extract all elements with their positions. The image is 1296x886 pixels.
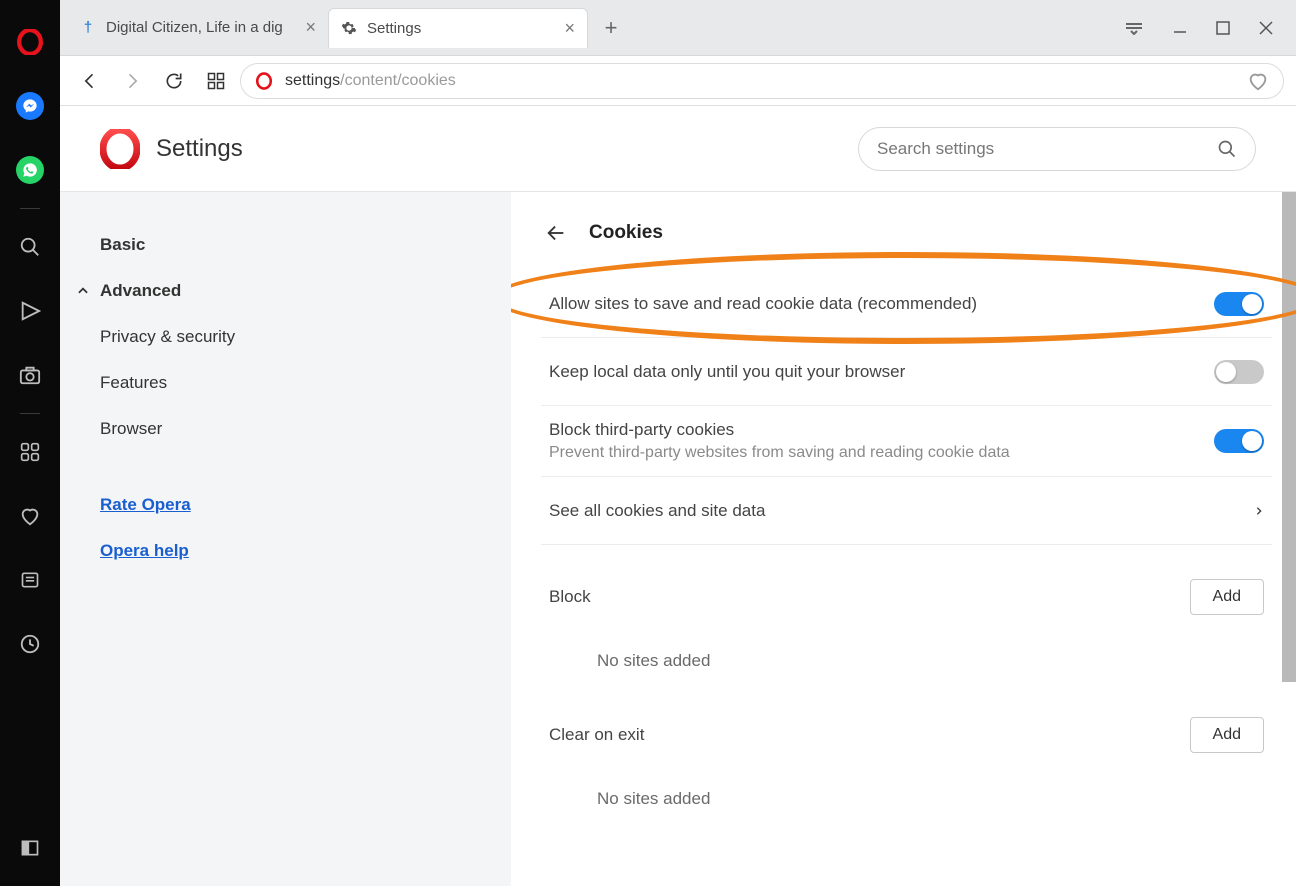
nav-advanced[interactable]: Advanced [100,268,511,314]
settings-header: Settings Search settings [60,106,1296,192]
sidebar-divider [20,208,40,209]
nav-features[interactable]: Features [100,360,511,406]
close-tab-icon[interactable]: × [305,17,316,38]
speeddial-icon[interactable] [198,63,234,99]
tab-active[interactable]: Settings × [328,8,588,48]
forward-button[interactable] [114,63,150,99]
back-button[interactable] [72,63,108,99]
setting-label: Keep local data only until you quit your… [549,362,905,382]
minimize-icon[interactable] [1172,20,1188,36]
new-tab-button[interactable]: + [596,13,626,43]
main-area: † Digital Citizen, Life in a dig × Setti… [60,0,1296,886]
opera-logo-icon [100,129,140,169]
maximize-icon[interactable] [1216,21,1230,35]
address-text-suffix: /content/cookies [340,72,456,90]
toggle-block-thirdparty[interactable] [1214,429,1264,453]
tab-menu-icon[interactable] [1124,21,1144,35]
tabstrip: † Digital Citizen, Life in a dig × Setti… [60,0,1296,56]
add-clear-button[interactable]: Add [1190,717,1264,753]
messenger-icon[interactable] [12,88,48,124]
scrollbar[interactable] [1282,192,1296,682]
toggle-allow-cookies[interactable] [1214,292,1264,316]
chevron-right-icon [1254,504,1264,518]
nav-rate-link[interactable]: Rate Opera [100,495,191,514]
setting-see-all-cookies[interactable]: See all cookies and site data [541,477,1272,545]
search-sidebar-icon[interactable] [12,229,48,265]
camera-sidebar-icon[interactable] [12,357,48,393]
panel-sidebar-icon[interactable] [12,830,48,866]
tab-favicon-icon: † [80,20,96,36]
address-bar[interactable]: settings/content/cookies [240,63,1284,99]
setting-block-thirdparty: Block third-party cookies Prevent third-… [541,406,1272,477]
settings-nav: Basic Advanced Privacy & security Featur… [60,192,511,886]
close-window-icon[interactable] [1258,20,1274,36]
window-controls [1124,20,1288,36]
play-sidebar-icon[interactable] [12,293,48,329]
add-block-button[interactable]: Add [1190,579,1264,615]
caret-up-icon [76,284,90,298]
search-icon [1217,139,1237,159]
back-arrow-icon[interactable] [545,222,567,244]
setting-label: See all cookies and site data [549,501,765,521]
sidebar-divider [20,413,40,414]
nav-help-link[interactable]: Opera help [100,541,189,560]
bookmark-heart-icon[interactable] [1247,70,1269,92]
setting-sublabel: Prevent third-party websites from saving… [549,444,1010,462]
block-heading: Block [549,587,591,607]
search-settings-input[interactable]: Search settings [858,127,1256,171]
tab-label: Digital Citizen, Life in a dig [106,19,283,36]
setting-label: Block third-party cookies [549,420,1010,440]
gear-icon [341,20,357,36]
settings-content: Cookies Allow sites to save and read coo… [511,192,1296,886]
nav-browser[interactable]: Browser [100,406,511,452]
reload-button[interactable] [156,63,192,99]
block-empty: No sites added [541,631,1272,701]
opera-menu-icon[interactable] [12,24,48,60]
opera-badge-icon [255,72,273,90]
clear-heading: Clear on exit [549,725,644,745]
address-text-prefix: settings [285,72,340,90]
clear-section-header: Clear on exit Add [541,701,1272,769]
clear-empty: No sites added [541,769,1272,839]
app-sidebar [0,0,60,886]
search-placeholder: Search settings [877,139,994,159]
settings-body: Basic Advanced Privacy & security Featur… [60,192,1296,886]
setting-label: Allow sites to save and read cookie data… [549,294,977,314]
grid-sidebar-icon[interactable] [12,434,48,470]
section-title: Cookies [589,222,663,244]
heart-sidebar-icon[interactable] [12,498,48,534]
toolbar: settings/content/cookies [60,56,1296,106]
tab-inactive[interactable]: † Digital Citizen, Life in a dig × [68,8,328,48]
whatsapp-icon[interactable] [12,152,48,188]
setting-keep-local: Keep local data only until you quit your… [541,338,1272,406]
block-section-header: Block Add [541,563,1272,631]
nav-basic[interactable]: Basic [100,222,511,268]
tab-label: Settings [367,20,421,37]
setting-allow-cookies: Allow sites to save and read cookie data… [541,270,1272,338]
close-tab-icon[interactable]: × [564,18,575,39]
nav-privacy[interactable]: Privacy & security [100,314,511,360]
history-sidebar-icon[interactable] [12,626,48,662]
toggle-keep-local[interactable] [1214,360,1264,384]
nav-advanced-label: Advanced [100,281,181,301]
page-title: Settings [156,135,243,163]
news-sidebar-icon[interactable] [12,562,48,598]
